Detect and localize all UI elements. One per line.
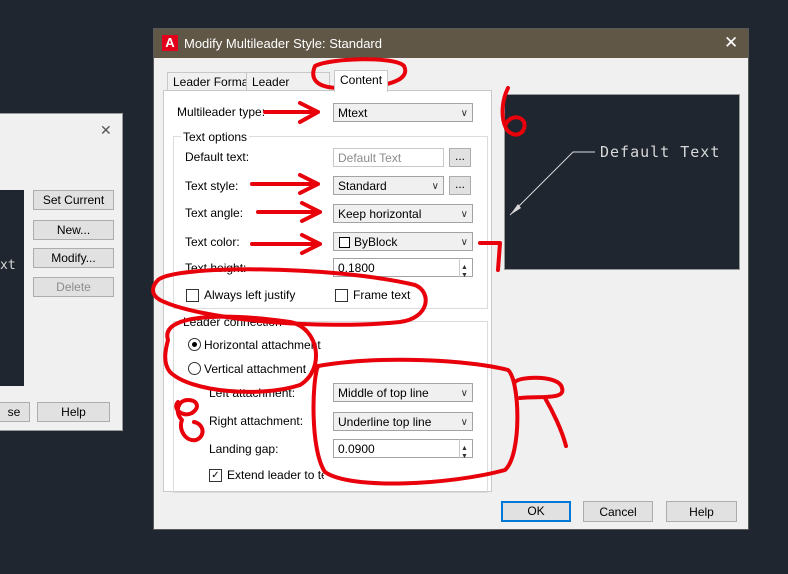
extend-leader-label: Extend leader to text [227, 468, 324, 482]
modify-button[interactable]: Modify... [33, 248, 114, 268]
color-swatch [339, 237, 350, 248]
help-button[interactable]: Help [666, 501, 737, 522]
chevron-down-icon: ∨ [460, 388, 468, 399]
horizontal-attachment-label: Horizontal attachment [204, 338, 321, 352]
leader-connection-title: Leader connection [181, 315, 284, 329]
text-color-select[interactable]: ByBlock ∨ [333, 232, 473, 251]
chevron-down-icon: ∨ [460, 209, 468, 220]
landing-gap-field[interactable]: 0.0900 ▲ ▼ [333, 439, 473, 460]
text-color-label: Text color: [185, 235, 240, 249]
text-angle-value: Keep horizontal [338, 207, 422, 221]
right-attachment-label: Right attachment: [209, 414, 304, 428]
tab-leader-structure[interactable]: Leader Structure [246, 72, 330, 92]
new-button[interactable]: New... [33, 220, 114, 240]
spin-down-icon[interactable]: ▼ [461, 267, 468, 285]
landing-gap-value: 0.0900 [338, 442, 375, 456]
horizontal-attachment-radio[interactable] [188, 338, 201, 351]
left-attachment-label: Left attachment: [209, 386, 296, 400]
landing-gap-spinner[interactable]: ▲ ▼ [459, 439, 472, 460]
extend-leader-checkbox[interactable]: ✓ [209, 469, 222, 482]
dialog-title: Modify Multileader Style: Standard [184, 36, 382, 51]
left-attachment-select[interactable]: Middle of top line ∨ [333, 383, 473, 402]
background-preview-text: xt [0, 258, 16, 273]
chevron-down-icon: ∨ [460, 237, 468, 248]
preview-text: Default Text [600, 143, 721, 161]
chevron-down-icon: ∨ [460, 108, 468, 119]
delete-button: Delete [33, 277, 114, 297]
text-color-value: ByBlock [354, 235, 398, 249]
vertical-attachment-label: Vertical attachment [204, 362, 307, 376]
text-height-value: 0.1800 [338, 261, 375, 275]
default-text-browse-button[interactable]: ... [449, 148, 471, 167]
text-style-value: Standard [338, 179, 387, 193]
chevron-down-icon: ∨ [431, 181, 439, 192]
text-angle-select[interactable]: Keep horizontal ∨ [333, 204, 473, 223]
tab-leader-format[interactable]: Leader Format [167, 72, 258, 92]
multileader-type-select[interactable]: Mtext ∨ [333, 103, 473, 122]
tab-content[interactable]: Content [334, 70, 389, 92]
leader-line-icon [509, 151, 595, 216]
autocad-logo-icon: A [162, 35, 178, 51]
close-button-partial[interactable]: se [0, 402, 30, 422]
right-attachment-select[interactable]: Underline top line ∨ [333, 412, 473, 431]
background-dialog: ✕ xt Set Current New... Modify... Delete… [0, 113, 123, 431]
text-style-browse-button[interactable]: ... [449, 176, 471, 195]
multileader-type-value: Mtext [338, 106, 368, 120]
spin-down-icon[interactable]: ▼ [461, 448, 468, 466]
ok-button[interactable]: OK [501, 501, 571, 522]
modify-multileader-style-dialog: A Modify Multileader Style: Standard ✕ L… [153, 28, 749, 530]
landing-gap-label: Landing gap: [209, 442, 279, 456]
text-style-label: Text style: [185, 179, 239, 193]
chevron-down-icon: ∨ [460, 417, 468, 428]
text-angle-label: Text angle: [185, 206, 244, 220]
background-close-icon[interactable]: ✕ [100, 122, 112, 139]
background-preview [0, 190, 24, 386]
always-left-justify-checkbox[interactable] [186, 289, 199, 302]
frame-text-checkbox[interactable] [335, 289, 348, 302]
close-icon[interactable]: ✕ [724, 33, 738, 53]
text-style-select[interactable]: Standard ∨ [333, 176, 444, 195]
always-left-justify-label: Always left justify [204, 288, 296, 302]
default-text-field: Default Text [333, 148, 444, 167]
default-text-label: Default text: [185, 150, 250, 164]
background-help-button[interactable]: Help [37, 402, 110, 422]
right-attachment-value: Underline top line [338, 415, 432, 429]
set-current-button[interactable]: Set Current [33, 190, 114, 210]
text-height-spinner[interactable]: ▲ ▼ [459, 258, 472, 279]
text-height-label: Text height: [185, 261, 247, 275]
left-attachment-value: Middle of top line [338, 386, 429, 400]
frame-text-label: Frame text [353, 288, 411, 302]
title-bar[interactable]: A Modify Multileader Style: Standard ✕ [154, 29, 748, 58]
text-height-field[interactable]: 0.1800 ▲ ▼ [333, 258, 473, 279]
preview-pane: Default Text [504, 94, 740, 270]
text-options-title: Text options [181, 130, 250, 144]
vertical-attachment-radio[interactable] [188, 362, 201, 375]
cancel-button[interactable]: Cancel [583, 501, 653, 522]
multileader-type-label: Multileader type: [177, 105, 266, 119]
